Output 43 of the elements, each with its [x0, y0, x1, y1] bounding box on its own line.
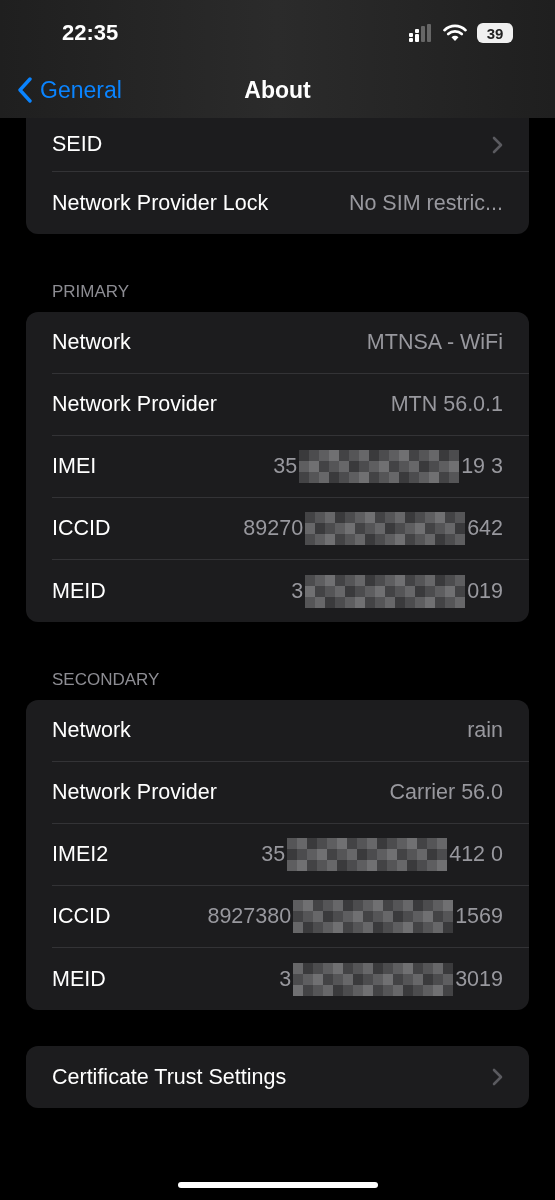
status-time: 22:35 — [62, 20, 119, 46]
row-label: Network Provider — [52, 780, 217, 805]
row-label: ICCID — [52, 904, 111, 929]
row-label: Network — [52, 330, 131, 355]
section-header: SECONDARY — [52, 670, 161, 690]
row-value: 35 — [273, 454, 298, 479]
row-value: 19 3 — [461, 454, 503, 479]
row-label: SEID — [52, 132, 103, 157]
chevron-right-icon — [492, 135, 503, 154]
signal-icon — [409, 24, 433, 42]
row-value: Carrier 56.0 — [389, 780, 503, 805]
row-value: 3 — [291, 578, 304, 604]
battery-icon: 39 — [477, 23, 513, 43]
row-value: 1569 — [455, 904, 503, 929]
row-value: No SIM restric... — [348, 190, 503, 216]
row-label: MEID — [52, 578, 106, 604]
row-value: 3019 — [455, 966, 503, 992]
settings-row[interactable]: Certificate Trust Settings — [52, 1046, 529, 1108]
back-button[interactable]: General — [0, 70, 122, 110]
row-value: 35 — [261, 842, 286, 867]
wifi-icon — [443, 24, 467, 42]
section-header: PRIMARY — [52, 282, 131, 302]
row-value: rain — [467, 718, 503, 743]
page-title: About — [244, 76, 311, 104]
row-label: Network — [52, 718, 131, 743]
row-label: Network Provider — [52, 392, 217, 417]
row-label: Network Provider Lock — [52, 190, 269, 216]
row-label: MEID — [52, 966, 106, 992]
row-value: 89270 — [243, 516, 304, 541]
row-value: 019 — [467, 578, 503, 604]
row-value: 3 — [279, 966, 292, 992]
row-label: Certificate Trust Settings — [52, 1064, 287, 1090]
row-value: 412 0 — [449, 842, 503, 867]
settings-row[interactable]: SEID — [52, 118, 529, 172]
row-label: ICCID — [52, 516, 111, 541]
row-value: 8927380 — [207, 904, 292, 929]
row-value: 642 — [467, 516, 503, 541]
row-value: MTNSA - WiFi — [366, 330, 503, 355]
row-label: IMEI — [52, 454, 97, 479]
chevron-left-icon — [18, 77, 32, 103]
chevron-right-icon — [492, 1068, 503, 1086]
row-value: MTN 56.0.1 — [390, 392, 503, 417]
row-label: IMEI2 — [52, 842, 109, 867]
